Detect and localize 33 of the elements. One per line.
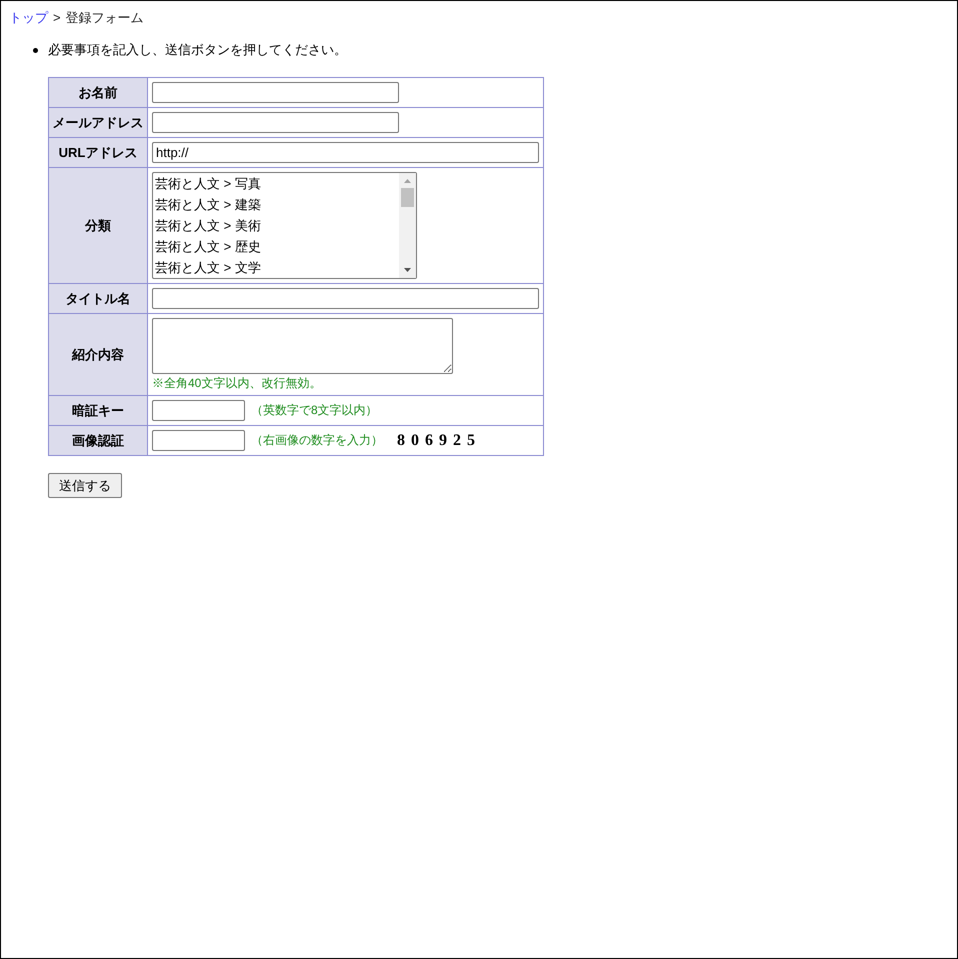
listbox-option[interactable]: 芸術と人文 > 建築 [153, 194, 399, 215]
field-label: 暗証キー [48, 396, 148, 426]
hint-text: （英数字で8文字以内） [251, 402, 378, 419]
field-label: お名前 [48, 78, 148, 108]
hint-text: （右画像の数字を入力） [251, 432, 383, 449]
category-listbox[interactable]: 芸術と人文 > 写真 芸術と人文 > 建築 芸術と人文 > 美術 芸術と人文 > 歴史 芸術と人文 > 文学 [152, 172, 417, 279]
captcha-code: 806925 [397, 432, 481, 450]
field-label: URLアドレス [48, 138, 148, 168]
captcha-input[interactable] [152, 430, 245, 451]
instruction-text: 必要事項を記入し、送信ボタンを押してください。 [48, 41, 347, 59]
field-label: タイトル名 [48, 284, 148, 314]
bullet-icon [33, 48, 38, 52]
scrollbar-thumb[interactable] [401, 188, 414, 207]
breadcrumb-link[interactable]: トップ [9, 9, 48, 27]
passkey-input[interactable] [152, 400, 245, 421]
listbox-option[interactable]: 芸術と人文 > 美術 [153, 215, 399, 236]
field-label: 紹介内容 [48, 314, 148, 396]
title-input[interactable] [152, 288, 539, 309]
note-text: ※全角40文字以内、改行無効。 [152, 376, 322, 391]
field-label: 分類 [48, 168, 148, 284]
field-label: 画像認証 [48, 426, 148, 456]
listbox-option[interactable]: 芸術と人文 > 写真 [153, 173, 399, 194]
url-input[interactable]: http:// [152, 142, 539, 163]
field-label: メールアドレス [48, 108, 148, 138]
email-input[interactable] [152, 112, 399, 133]
scrollbar[interactable] [399, 173, 416, 278]
listbox-option[interactable]: 芸術と人文 > 歴史 [153, 236, 399, 257]
breadcrumb-separator: > [53, 9, 61, 27]
name-input[interactable] [152, 82, 399, 103]
description-textarea[interactable] [152, 318, 453, 374]
listbox-option[interactable]: 芸術と人文 > 文学 [153, 257, 399, 278]
submit-button[interactable]: 送信する [48, 473, 122, 498]
breadcrumb-current: 登録フォーム [66, 9, 144, 27]
